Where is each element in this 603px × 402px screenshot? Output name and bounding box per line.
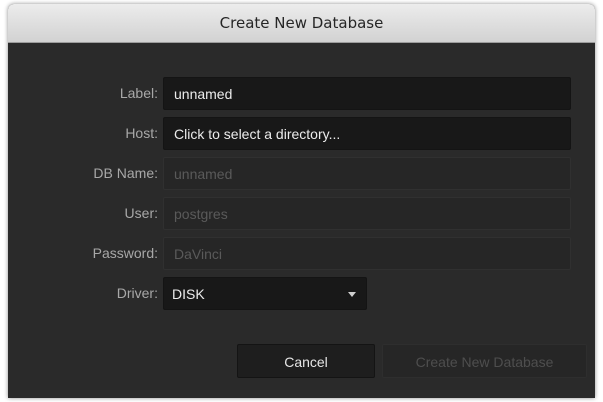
db-name-row: DB Name: unnamed (8, 157, 595, 190)
label-input[interactable]: unnamed (163, 77, 571, 110)
cancel-button[interactable]: Cancel (237, 344, 375, 378)
label-field-label: Label: (119, 85, 158, 101)
host-row: Host: Click to select a directory... (8, 117, 595, 150)
chevron-down-icon (348, 292, 356, 297)
create-database-dialog: Create New Database Label: unnamed Host:… (8, 4, 595, 398)
password-field-label: Password: (92, 245, 158, 261)
dialog-title: Create New Database (219, 14, 384, 32)
db-name-input: unnamed (163, 157, 571, 190)
user-field-label: User: (124, 205, 158, 221)
driver-field-label: Driver: (116, 285, 158, 301)
user-input: postgres (163, 197, 571, 230)
password-row: Password: DaVinci (8, 237, 595, 270)
dialog-titlebar[interactable]: Create New Database (8, 4, 595, 43)
user-row: User: postgres (8, 197, 595, 230)
label-row: Label: unnamed (8, 77, 595, 110)
db-name-field-label: DB Name: (93, 165, 158, 181)
host-directory-picker[interactable]: Click to select a directory... (163, 117, 571, 150)
driver-selected-value: DISK (172, 286, 205, 302)
driver-select[interactable]: DISK (163, 277, 367, 310)
driver-row: Driver: DISK (8, 277, 595, 310)
host-field-label: Host: (125, 125, 158, 141)
password-input: DaVinci (163, 237, 571, 270)
create-new-database-button[interactable]: Create New Database (382, 344, 587, 378)
